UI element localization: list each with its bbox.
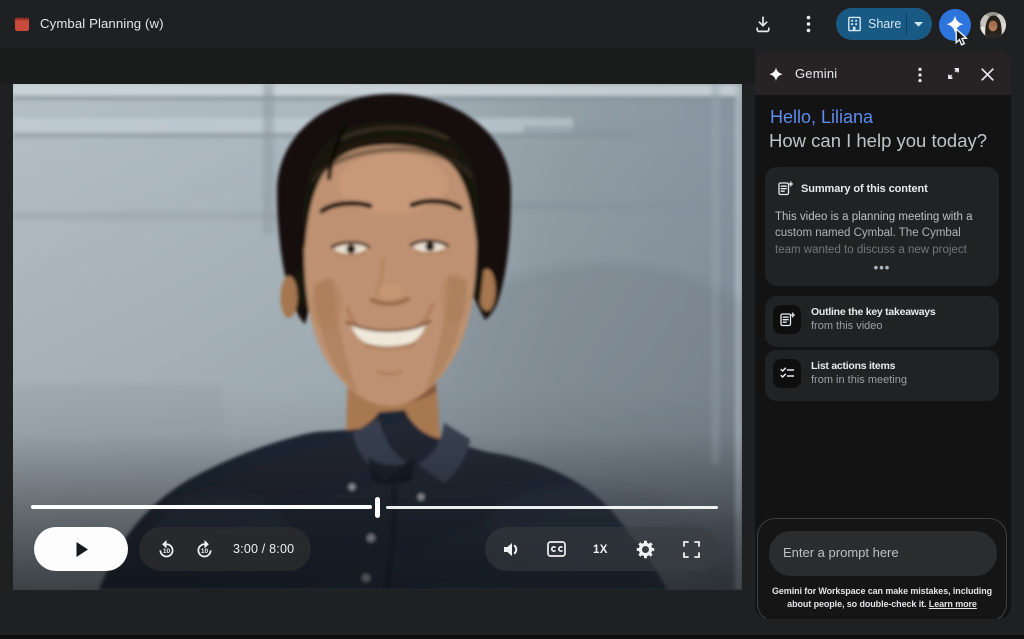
svg-text:10: 10 xyxy=(201,548,209,555)
svg-text:10: 10 xyxy=(163,548,171,555)
